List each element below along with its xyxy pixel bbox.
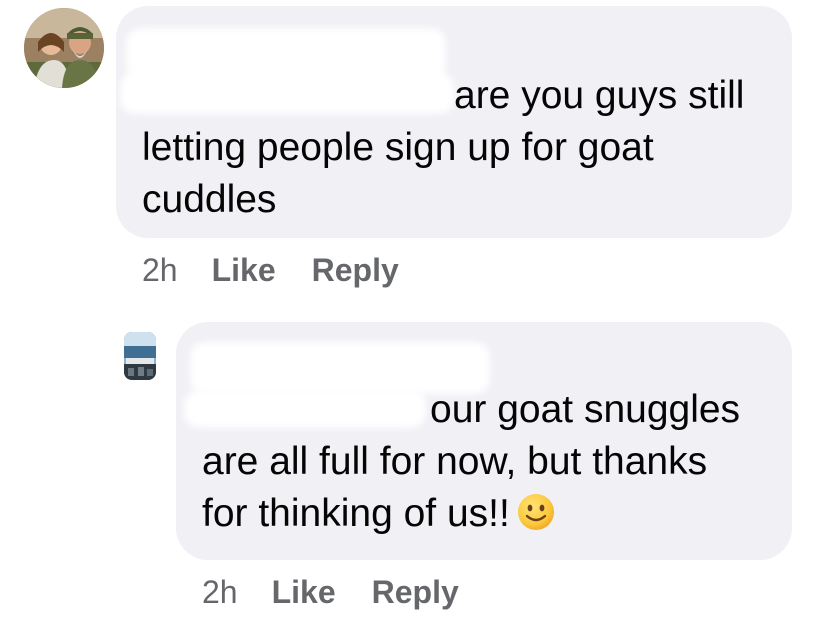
reply-actions: 2h Like Reply (202, 574, 495, 611)
user-avatar[interactable] (24, 8, 104, 88)
redacted-text (184, 390, 426, 428)
like-button[interactable]: Like (272, 574, 336, 611)
reply-bubble: our goat snuggles are all full for now, … (176, 322, 792, 560)
reply-text-line-3-content: for thinking of us!! (202, 492, 510, 535)
comment-bubble: are you guys still letting people sign u… (116, 6, 792, 238)
redacted-text (120, 72, 454, 114)
slightly-smiling-face-emoji-icon (517, 494, 554, 530)
comment-text-line-2: letting people sign up for goat (142, 126, 654, 169)
page-avatar[interactable] (124, 332, 156, 380)
reply-button[interactable]: Reply (312, 252, 399, 289)
reply-text-line-1: our goat snuggles (430, 388, 741, 431)
comment-timestamp: 2h (142, 252, 178, 288)
comment-actions: 2h Like Reply (142, 252, 435, 289)
user-avatar-photo-icon (24, 8, 104, 88)
reply-text-line-3: for thinking of us!! (202, 488, 556, 540)
reply-text-line-2: are all full for now, but thanks (202, 440, 708, 483)
reply-timestamp: 2h (202, 574, 238, 610)
comment-text-line-1: are you guys still (454, 74, 745, 117)
comment-text-line-3: cuddles (142, 178, 277, 221)
reply-button[interactable]: Reply (372, 574, 459, 611)
page-avatar-photo-icon (124, 332, 156, 380)
like-button[interactable]: Like (212, 252, 276, 289)
